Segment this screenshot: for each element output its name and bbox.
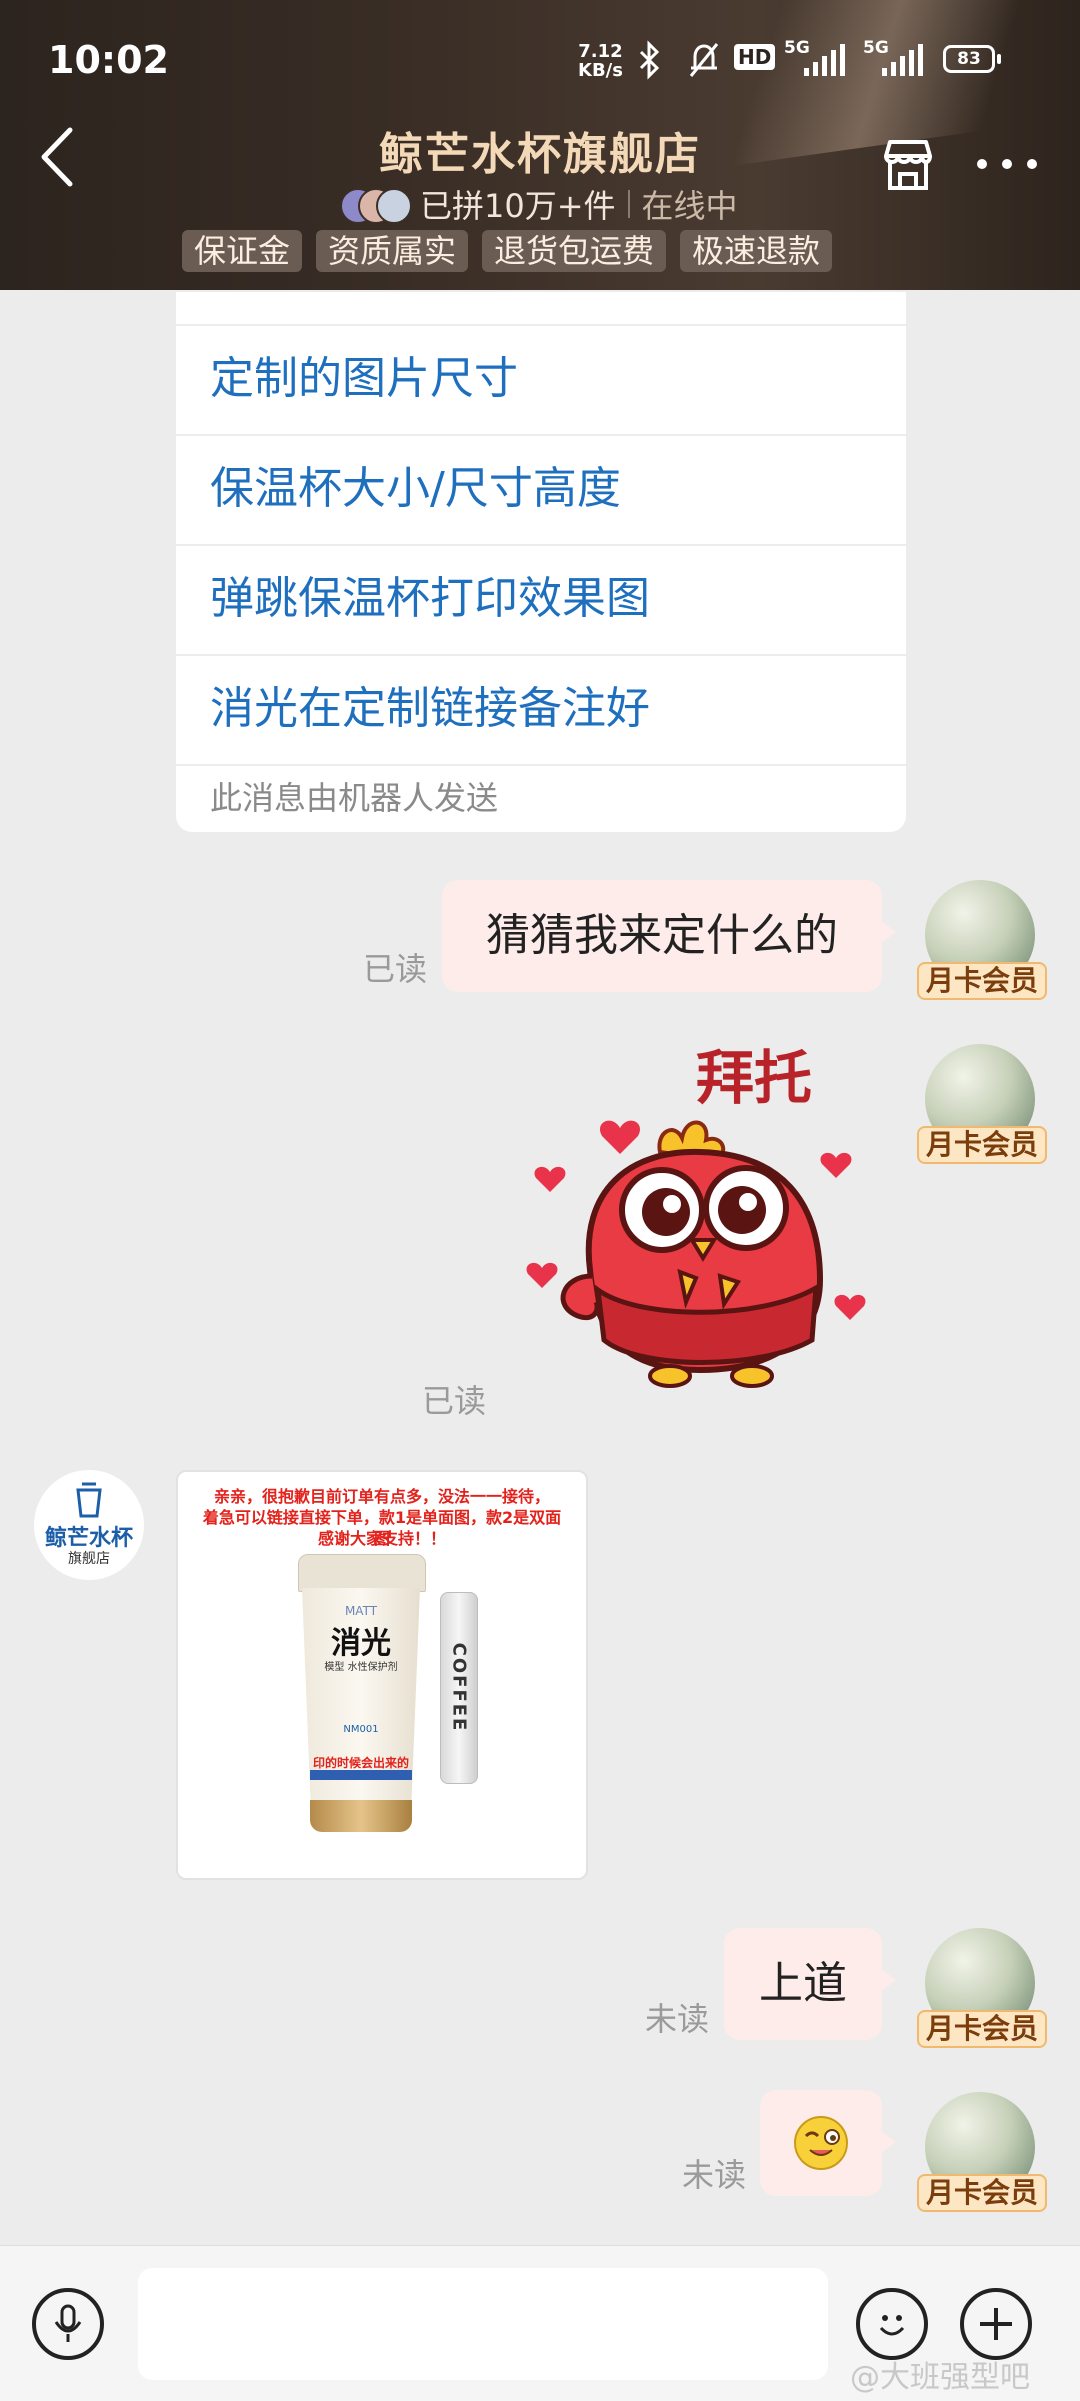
member-badge-2: 月卡会员 [917,1126,1047,1164]
shop-avatar[interactable]: 鲸芒水杯 旗舰店 [34,1470,144,1580]
battery-level: 83 [957,49,981,69]
read-status: 已读 [363,950,428,988]
battery-icon: 83 [943,45,1001,73]
signal-icon-2 [882,44,923,76]
voice-button[interactable] [32,2288,104,2360]
cup-subtitle: 模型 水性保护剂 [324,1662,398,1673]
tag-deposit: 保证金 [182,230,303,272]
cup-red-text: 印的时候会出来的 [312,1756,409,1770]
my-avatar-4[interactable]: 月卡会员 [917,2092,1047,2212]
read-status-2: 已读 [422,1382,487,1420]
more-icon[interactable] [972,144,1042,184]
image-message[interactable]: 亲亲，很抱歉目前订单有点多，没法一一接待， 着急可以链接直接下单，款1是单面图，… [176,1470,588,1880]
faq-item-matte-note[interactable]: 消光在定制链接备注好 [176,654,906,764]
plus-icon [980,2308,1012,2340]
hd-icon: HD [734,44,776,70]
member-badge: 月卡会员 [917,962,1047,1000]
tag-return-shipping: 退货包运费 [482,230,667,272]
cup-brand: MATT [344,1604,378,1618]
image-text-line-3: 感谢大家支持！！ [317,1529,446,1548]
sold-count: 已拼10万+件 [420,187,616,225]
member-badge-4: 月卡会员 [917,2174,1047,2212]
robot-faq-card: 定制的图片尺寸 保温杯大小/尺寸高度 弹跳保温杯打印效果图 消光在定制链接备注好… [176,292,906,832]
net-speed-unit: KB/s [578,60,623,81]
microphone-icon [54,2304,82,2342]
tag-fast-refund: 极速退款 [680,230,833,272]
net-speed: 7.12 KB/s [578,42,623,80]
message-bubble[interactable]: 猜猜我来定什么的 [442,880,896,992]
hd-label: HD [738,45,772,69]
buyer-avatars [340,188,412,224]
cup-image: MATT 消光 模型 水性保护剂 NM001 印的时候会出来的 [296,1554,426,1854]
strap-text: COFFEE [448,1642,470,1733]
status-bar: 10:02 7.12 KB/s HD 5G 5G 83 [0,0,1080,120]
card-top-spacer [176,292,906,324]
tag-verified: 资质属实 [316,230,469,272]
online-status: 在线中 [641,187,738,225]
unread-status-2: 未读 [682,2156,747,2194]
message-bubble-2[interactable]: 上道 [724,1928,896,2040]
net-speed-value: 7.12 [578,41,623,62]
chat-header: 10:02 7.12 KB/s HD 5G 5G 83 鲸芒水杯旗舰店 已拼10… [0,0,1080,290]
my-avatar-3[interactable]: 月卡会员 [917,1928,1047,2048]
service-tags: 保证金 资质属实 退货包运费 极速退款 [182,230,833,272]
mute-bell-icon [689,43,719,77]
faq-item-print-effect[interactable]: 弹跳保温杯打印效果图 [176,544,906,654]
emoji-button[interactable] [856,2288,928,2360]
cup-code: NM001 [343,1724,379,1735]
cup-strap: COFFEE [440,1592,478,1784]
my-avatar-2[interactable]: 月卡会员 [917,1044,1047,1164]
signal-icon [804,44,845,76]
status-time: 10:02 [48,38,169,82]
image-text-line-1: 亲亲，很抱歉目前订单有点多，没法一一接待， [213,1487,550,1506]
shop-subinfo: 已拼10万+件 在线中 [340,182,738,226]
member-badge-3: 月卡会员 [917,2010,1047,2048]
cup-logo-icon [76,1482,102,1518]
plus-button[interactable] [960,2288,1032,2360]
divider [627,190,630,218]
faq-item-cup-size[interactable]: 保温杯大小/尺寸高度 [176,434,906,544]
robot-note: 此消息由机器人发送 [176,764,906,830]
store-icon[interactable] [878,134,938,194]
shop-avatar-sub: 旗舰店 [68,1551,110,1567]
my-avatar[interactable]: 月卡会员 [917,880,1047,1000]
message-input[interactable] [138,2268,828,2380]
smile-icon [879,2315,905,2336]
unread-status: 未读 [645,2000,710,2038]
emoji-bubble[interactable] [760,2090,896,2196]
wink-emoji-icon [794,2116,848,2170]
cup-title: 消光 [331,1626,391,1661]
faq-item-image-size[interactable]: 定制的图片尺寸 [176,324,906,434]
watermark: @大班强型吧 [850,2360,1030,2395]
bluetooth-icon [639,40,660,80]
sticker-text: 拜托 [696,1044,812,1112]
sticker-chick[interactable]: 拜托 [520,1040,870,1410]
